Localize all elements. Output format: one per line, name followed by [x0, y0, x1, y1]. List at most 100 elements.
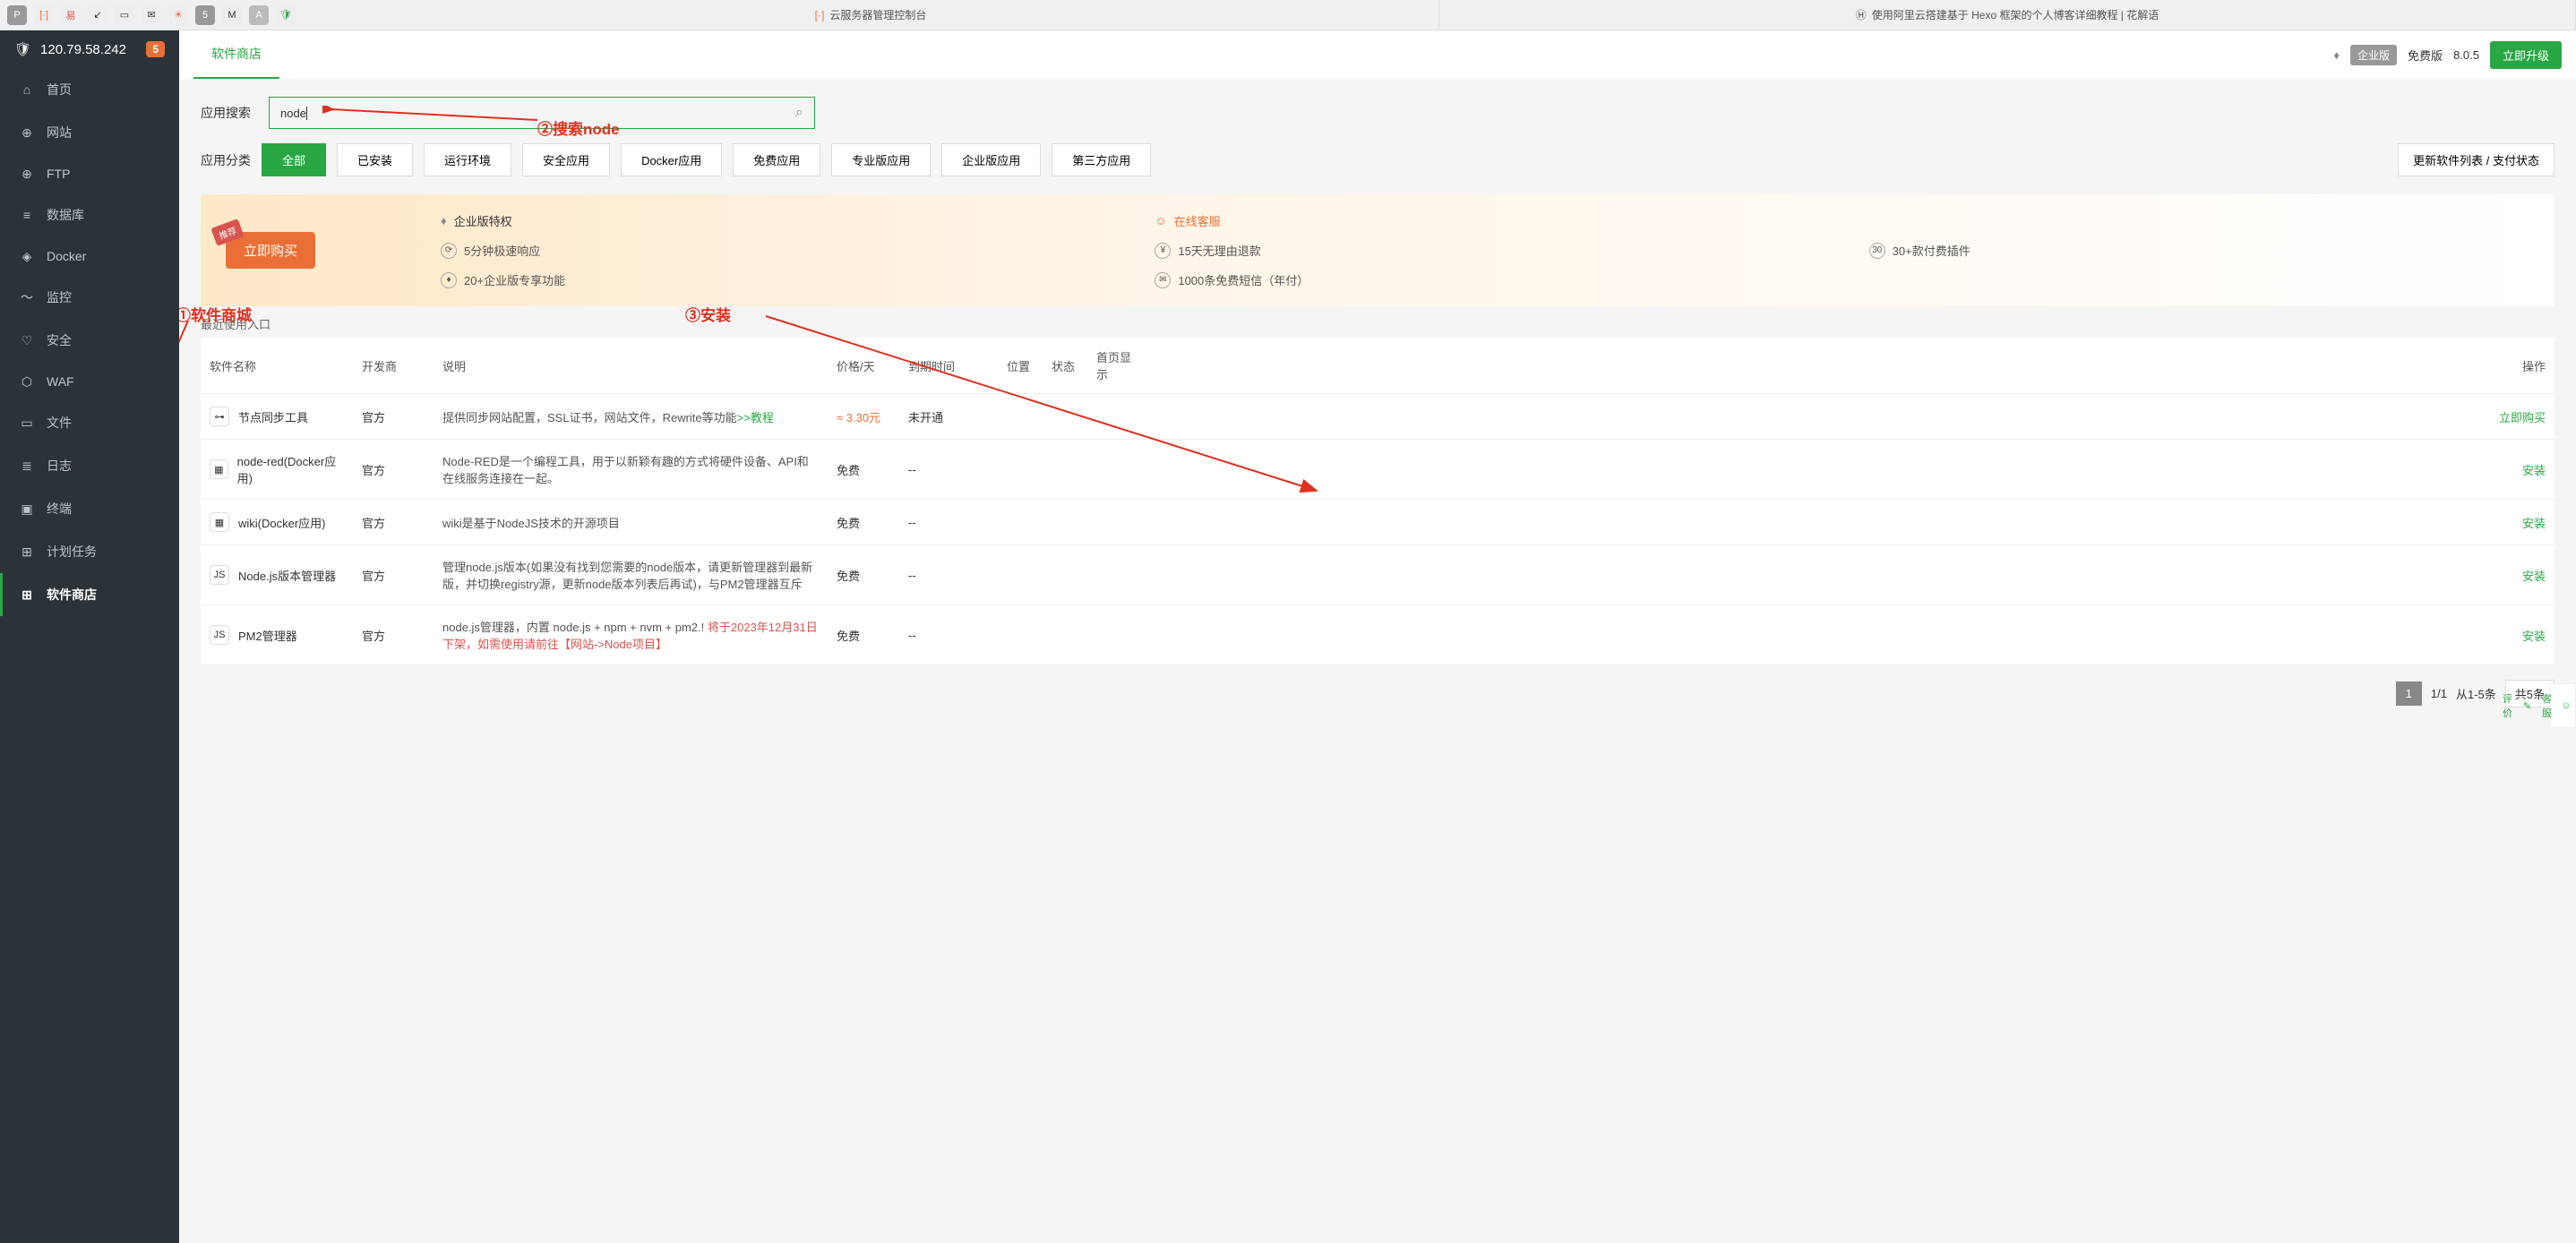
support-label-2[interactable]: 评价: [2503, 691, 2512, 720]
category-btn-5[interactable]: 免费应用: [733, 143, 820, 176]
dev-cell: 官方: [353, 605, 434, 665]
tab-icon-p[interactable]: P: [7, 5, 27, 25]
promo-head-1: ♦企业版特权: [441, 212, 1101, 229]
table-row: JSNode.js版本管理器 官方 管理node.js版本(如果没有找到您需要的…: [201, 545, 2555, 605]
page-1-button[interactable]: 1: [2396, 682, 2422, 706]
category-btn-2[interactable]: 运行环境: [424, 143, 511, 176]
topbar-tab-store[interactable]: 软件商店: [193, 30, 279, 79]
table-row: ▦node-red(Docker应用) 官方 Node-RED是一个编程工具，用…: [201, 440, 2555, 500]
price-cell: 免费: [828, 440, 899, 500]
nav-label: 文件: [47, 414, 72, 432]
th-3: 价格/天: [828, 338, 899, 394]
nav-item-9[interactable]: ≣日志: [0, 444, 179, 487]
nav-item-3[interactable]: ≡数据库: [0, 193, 179, 236]
tab-icon-tv[interactable]: ▭: [115, 5, 134, 25]
nav-icon: ▭: [20, 416, 34, 430]
search-icon[interactable]: ⌕: [795, 105, 803, 121]
tab-icon-5[interactable]: 5: [195, 5, 215, 25]
promo-item-4: ♦20+企业版专享功能: [441, 271, 1101, 288]
th-5: 位置: [998, 338, 1043, 394]
sidebar-header: 🛡 120.79.58.242 5: [0, 30, 179, 68]
bracket-icon: [·]: [815, 9, 825, 21]
category-btn-0[interactable]: 全部: [262, 143, 326, 176]
tab-icon-m[interactable]: M: [222, 5, 242, 25]
tab-icon-bracket[interactable]: [·]: [34, 5, 54, 25]
nav-item-10[interactable]: ▣终端: [0, 487, 179, 530]
category-btn-8[interactable]: 第三方应用: [1052, 143, 1151, 176]
desc-link[interactable]: >>教程: [737, 411, 774, 424]
nav-item-4[interactable]: ◈ Docker: [0, 236, 179, 276]
action-link[interactable]: 安装: [1150, 605, 2555, 665]
nav-item-5[interactable]: 〜监控: [0, 276, 179, 319]
nav-label: 日志: [47, 457, 72, 475]
category-btn-7[interactable]: 企业版应用: [941, 143, 1041, 176]
promo-buy-button[interactable]: 推荐 立即购买: [226, 232, 315, 269]
th-8: 操作: [1150, 338, 2555, 394]
nav-item-1[interactable]: ⊕网站: [0, 111, 179, 154]
upgrade-button[interactable]: 立即升级: [2490, 41, 2562, 69]
browser-tab-2[interactable]: Ⓗ 使用阿里云搭建基于 Hexo 框架的个人博客详细教程 | 花解语: [1439, 0, 2576, 30]
software-name: node-red(Docker应用): [237, 452, 344, 486]
category-btn-6[interactable]: 专业版应用: [831, 143, 931, 176]
nav-item-0[interactable]: ⌂首页: [0, 68, 179, 111]
arrow-1: [179, 316, 197, 567]
browser-tab-1[interactable]: [·] 云服务器管理控制台: [303, 0, 1439, 30]
tab-icon-a[interactable]: A: [249, 5, 269, 25]
tab-icon-yi[interactable]: 易: [61, 5, 81, 25]
action-link[interactable]: 安装: [1150, 500, 2555, 545]
th-1: 开发商: [353, 338, 434, 394]
nav-item-6[interactable]: ♡安全: [0, 319, 179, 362]
pagination: 1 1/1 从1-5条 共5条: [201, 680, 2555, 707]
nav-icon: ⊞: [20, 544, 34, 559]
support-label-1[interactable]: 客服: [2542, 691, 2552, 720]
action-link[interactable]: 安装: [1150, 545, 2555, 605]
expire-cell: --: [899, 605, 998, 665]
promo-item-3: 3030+款付费插件: [1869, 242, 2529, 259]
side-support-panel[interactable]: ☺ 客服 ✎ 评价: [2549, 683, 2576, 728]
search-input[interactable]: node: [280, 107, 307, 120]
nav-item-12[interactable]: ⊞软件商店: [0, 573, 179, 616]
category-btn-4[interactable]: Docker应用: [621, 143, 722, 176]
tab-icon-sun[interactable]: ☀: [168, 5, 188, 25]
software-name: Node.js版本管理器: [238, 567, 336, 584]
software-table: 软件名称开发商说明价格/天到期时间位置状态首页显示操作 ⊶节点同步工具 官方 提…: [201, 338, 2555, 665]
search-box[interactable]: node ⌕: [269, 97, 815, 129]
nav-item-8[interactable]: ▭ 文件: [0, 401, 179, 444]
tab-icon-shield[interactable]: 🛡: [276, 5, 296, 25]
nav-item-2[interactable]: ⊕FTP: [0, 154, 179, 193]
nav-icon: ⊞: [20, 587, 34, 602]
enterprise-badge[interactable]: 企业版: [2350, 45, 2397, 65]
hexo-icon: Ⓗ: [1856, 7, 1867, 22]
action-link[interactable]: 安装: [1150, 440, 2555, 500]
software-icon: ▦: [210, 459, 228, 479]
table-row: JSPM2管理器 官方 node.js管理器，内置 node.js + npm …: [201, 605, 2555, 665]
category-btn-1[interactable]: 已安装: [337, 143, 413, 176]
action-link[interactable]: 立即购买: [1150, 394, 2555, 440]
nav-label: WAF: [47, 374, 74, 389]
desc-cell: Node-RED是一个编程工具，用于以新颖有趣的方式将硬件设备、API和在线服务…: [434, 440, 828, 500]
nav-label: Docker: [47, 249, 86, 263]
update-list-button[interactable]: 更新软件列表 / 支付状态: [2398, 143, 2555, 176]
promo-head-2[interactable]: ☺在线客服: [1155, 212, 1815, 229]
nav-icon: ◈: [20, 249, 34, 263]
tab-icon-mail[interactable]: ✉: [142, 5, 161, 25]
promo-buy-label: 立即购买: [244, 244, 297, 259]
tab-icon-arrow[interactable]: ↙: [88, 5, 107, 25]
price-cell: 免费: [828, 605, 899, 665]
page-range: 从1-5条: [2456, 685, 2496, 702]
dev-cell: 官方: [353, 545, 434, 605]
nav-icon: ⬡: [20, 374, 34, 389]
promo-item-5: ✉1000条免费短信（年付）: [1155, 271, 1815, 288]
tab-icons-row: P [·] 易 ↙ ▭ ✉ ☀ 5 M A 🛡: [0, 5, 303, 25]
sidebar-badge[interactable]: 5: [146, 41, 165, 57]
support-icon: ☺: [2561, 691, 2572, 720]
nav-label: 首页: [47, 81, 72, 99]
nav-item-11[interactable]: ⊞ 计划任务: [0, 530, 179, 573]
nav-item-7[interactable]: ⬡ WAF: [0, 362, 179, 401]
dev-cell: 官方: [353, 394, 434, 440]
category-btn-3[interactable]: 安全应用: [522, 143, 610, 176]
nav-label: 计划任务: [47, 543, 97, 561]
th-6: 状态: [1043, 338, 1087, 394]
shield-icon: 🛡: [14, 41, 31, 57]
software-icon: JS: [210, 565, 229, 585]
